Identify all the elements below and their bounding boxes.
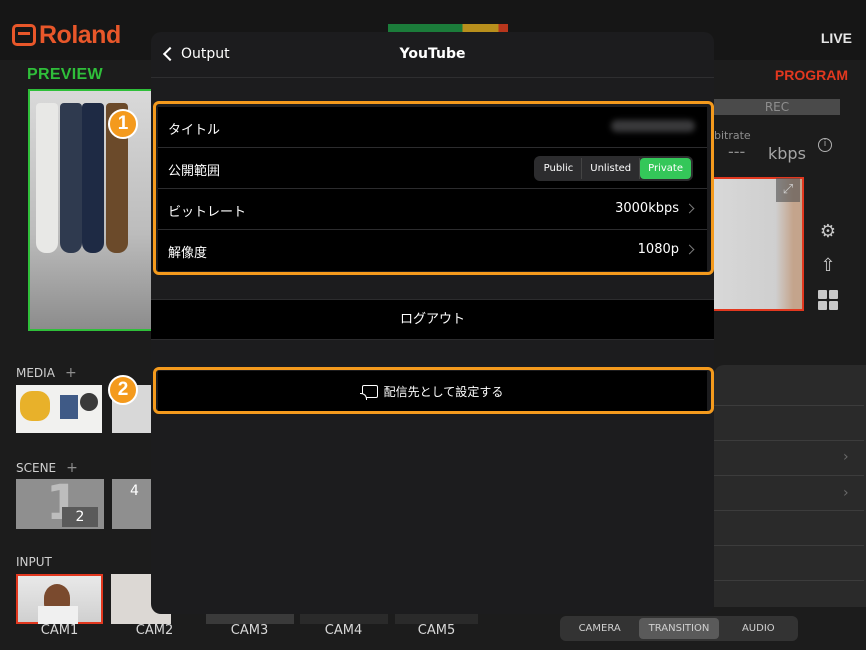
- bottom-tab-bar: CAMERA TRANSITION AUDIO: [560, 616, 798, 641]
- scene-tile[interactable]: 4: [112, 479, 152, 529]
- tab-transition[interactable]: TRANSITION: [639, 618, 719, 639]
- grid-icon[interactable]: [818, 290, 838, 310]
- preview-image-part: [36, 103, 58, 253]
- expand-icon[interactable]: ⤢: [776, 178, 800, 202]
- bitrate-value: ---: [728, 142, 746, 161]
- media-image-part: [60, 395, 78, 419]
- media-image-part: [80, 393, 98, 411]
- highlight-box-2: [153, 367, 714, 414]
- gear-icon[interactable]: ⚙: [816, 220, 840, 244]
- media-thumbnail[interactable]: [16, 385, 102, 433]
- cam1-image-part: [38, 606, 78, 624]
- media-section-header: MEDIA +: [16, 365, 77, 381]
- callout-badge-1: 1: [108, 109, 138, 139]
- preview-image-part: [82, 103, 104, 253]
- scene-tile[interactable]: 1 2: [16, 475, 104, 531]
- add-media-icon[interactable]: +: [65, 365, 77, 381]
- panel-divider: [714, 405, 864, 406]
- rec-indicator[interactable]: REC: [714, 99, 840, 115]
- preview-label: PREVIEW: [27, 66, 103, 83]
- share-icon[interactable]: ⇧: [816, 254, 840, 278]
- brand-name: Roland: [39, 20, 121, 49]
- scene-sub-number: 2: [62, 507, 98, 527]
- cam-label: CAM4: [324, 623, 363, 638]
- program-label: PROGRAM: [774, 67, 848, 83]
- panel-divider: [714, 510, 864, 511]
- callout-badge-2: 2: [108, 375, 138, 405]
- scene-sub-number: 4: [130, 483, 139, 499]
- cam-label: CAM3: [230, 623, 269, 638]
- info-icon[interactable]: i: [818, 138, 832, 152]
- input-section-header: INPUT: [16, 555, 52, 569]
- bitrate-unit: kbps: [768, 144, 806, 163]
- audio-level-meter: [388, 24, 508, 32]
- scene-label: SCENE: [16, 461, 57, 475]
- chevron-right-icon[interactable]: ›: [843, 449, 849, 465]
- panel-divider: [714, 475, 864, 476]
- modal-title: YouTube: [399, 46, 466, 62]
- tab-camera[interactable]: CAMERA: [560, 616, 639, 641]
- live-status: LIVE: [820, 30, 852, 46]
- cam-label: CAM5: [417, 623, 456, 638]
- panel-divider: [714, 545, 864, 546]
- panel-divider: [714, 580, 864, 581]
- media-label: MEDIA: [16, 366, 55, 380]
- cam-label: CAM2: [135, 623, 174, 638]
- chevron-right-icon[interactable]: ›: [843, 485, 849, 501]
- highlight-box-1: [153, 101, 714, 275]
- tab-audio[interactable]: AUDIO: [719, 616, 798, 641]
- cam-label: CAM1: [40, 623, 79, 638]
- roland-logo-mark: [12, 24, 36, 46]
- media-image-part: [20, 391, 50, 421]
- panel-divider: [714, 440, 864, 441]
- logout-button[interactable]: ログアウト: [151, 299, 714, 340]
- input-label: INPUT: [16, 555, 52, 569]
- bitrate-label: bitrate: [714, 129, 751, 142]
- scene-section-header: SCENE +: [16, 460, 78, 476]
- roland-logo: Roland: [12, 20, 121, 49]
- preview-image-part: [60, 103, 82, 253]
- add-scene-icon[interactable]: +: [66, 460, 78, 476]
- input-thumbnail-cam1[interactable]: [16, 574, 103, 624]
- modal-header: Output YouTube: [151, 32, 714, 78]
